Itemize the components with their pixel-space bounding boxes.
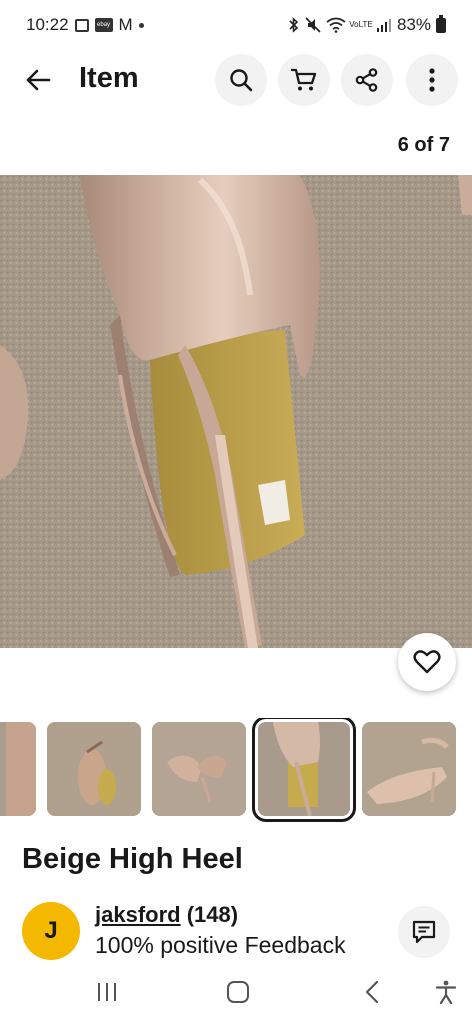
battery-icon — [436, 14, 446, 33]
share-icon — [355, 68, 378, 92]
battery-percentage: 83% — [396, 15, 431, 34]
seller-avatar[interactable]: J — [22, 902, 80, 960]
ebay-notification-icon: ebay — [94, 18, 113, 32]
search-button[interactable] — [215, 54, 267, 106]
accessibility-button[interactable] — [426, 976, 466, 1008]
thumbnail-strip — [0, 718, 472, 822]
seller-name-link[interactable]: jaksford — [95, 902, 181, 927]
heart-icon — [413, 650, 441, 674]
seller-feedback-percentage: 100% positive Feedback — [95, 932, 346, 958]
back-button[interactable] — [18, 60, 58, 100]
status-time: 10:22 — [26, 15, 69, 34]
seller-feedback-count: (148) — [186, 902, 239, 927]
back-nav-button[interactable] — [352, 976, 392, 1008]
home-icon — [227, 981, 249, 1003]
system-navigation-bar — [0, 962, 472, 1024]
add-to-watchlist-button[interactable] — [398, 633, 456, 691]
more-options-button[interactable] — [406, 54, 458, 106]
mute-icon — [305, 17, 321, 33]
status-bar: 10:22 ebay M VoLTE 83% — [0, 0, 472, 50]
thumbnail-6-selected[interactable] — [252, 718, 356, 822]
back-nav-icon — [365, 980, 379, 1004]
thumbnail-7[interactable] — [362, 722, 456, 816]
accessibility-icon — [435, 980, 457, 1004]
share-button[interactable] — [341, 54, 393, 106]
main-item-image[interactable] — [0, 175, 472, 648]
back-arrow-icon — [26, 69, 51, 91]
recent-apps-icon — [98, 983, 116, 1001]
contact-seller-button[interactable] — [398, 906, 450, 958]
thumbnail-3[interactable] — [47, 722, 141, 816]
image-counter: 6 of 7 — [397, 134, 450, 156]
item-title: Beige High Heel — [22, 843, 243, 875]
more-notifications-icon — [138, 22, 144, 28]
thumbnail-4[interactable] — [152, 722, 246, 816]
app-header: Item — [0, 52, 472, 108]
home-button[interactable] — [218, 976, 258, 1008]
more-vertical-icon — [429, 68, 435, 92]
cart-button[interactable] — [278, 54, 330, 106]
gmail-notification-icon: M — [118, 15, 133, 34]
wifi-icon — [326, 17, 346, 33]
search-icon — [230, 69, 253, 92]
recent-apps-button[interactable] — [87, 976, 127, 1008]
volte-icon: VoLTE — [349, 20, 373, 29]
bluetooth-icon — [288, 17, 300, 33]
seller-info: jaksford (148) — [95, 902, 238, 928]
thumbnail-2[interactable] — [0, 722, 36, 816]
message-icon — [412, 920, 436, 944]
gallery-notification-icon — [74, 18, 89, 32]
cart-icon — [290, 68, 317, 91]
signal-icon — [376, 18, 392, 32]
page-title: Item — [79, 62, 139, 94]
